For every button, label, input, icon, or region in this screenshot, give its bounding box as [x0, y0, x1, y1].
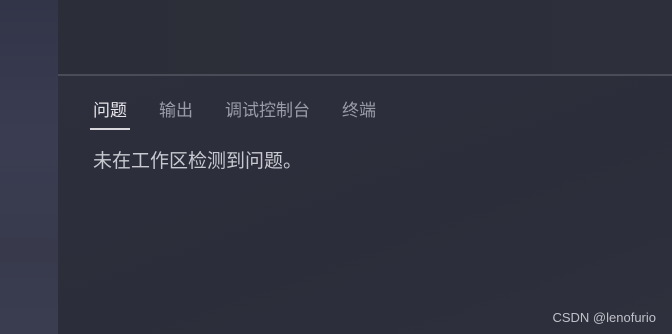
tab-output[interactable]: 输出	[159, 76, 193, 121]
vscode-window: 问题 输出 调试控制台 终端 未在工作区检测到问题。 CSDN @lenofur…	[0, 0, 672, 334]
tab-problems[interactable]: 问题	[90, 76, 130, 130]
problems-message: 未在工作区检测到问题。	[93, 150, 303, 172]
panel-tabs: 问题 输出 调试控制台 终端	[58, 76, 376, 130]
editor-area	[58, 0, 672, 75]
tab-terminal[interactable]: 终端	[342, 76, 376, 121]
bottom-panel: 问题 输出 调试控制台 终端 未在工作区检测到问题。	[58, 74, 672, 334]
activity-bar	[0, 0, 58, 334]
watermark: CSDN @lenofurio	[552, 310, 656, 325]
tab-debug-console[interactable]: 调试控制台	[225, 76, 310, 121]
